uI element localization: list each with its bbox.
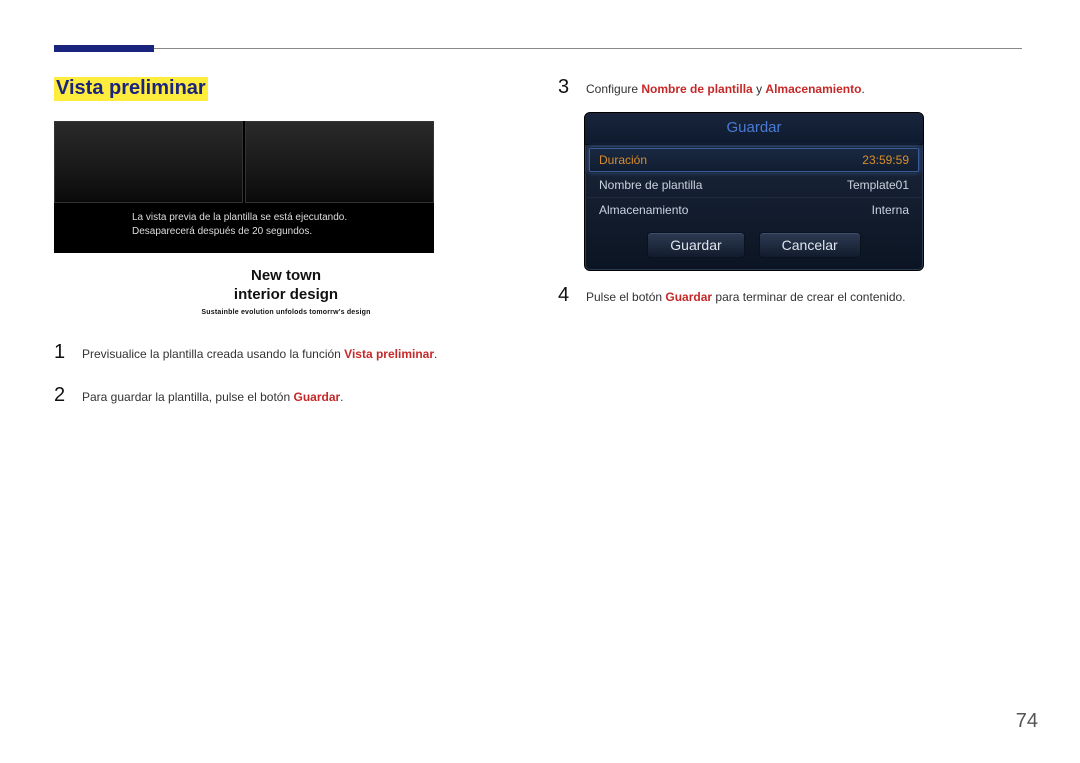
preview-thumbnail (245, 121, 434, 203)
row-label: Nombre de plantilla (599, 178, 702, 192)
preview-status-message: La vista previa de la plantilla se está … (54, 203, 434, 253)
right-column: 3 Configure Nombre de plantilla y Almace… (558, 77, 1022, 428)
page-number: 74 (1016, 710, 1038, 733)
text-fragment: y (753, 82, 766, 96)
text-fragment: para terminar de crear el contenido. (712, 290, 905, 304)
text-fragment: Para guardar la plantilla, pulse el botó… (82, 390, 293, 404)
preview-panel: La vista previa de la plantilla se está … (54, 121, 434, 253)
preview-caption: New town interior design Sustainble evol… (54, 267, 518, 316)
keyword-guardar: Guardar (293, 390, 340, 404)
step-1: 1 Previsualice la plantilla creada usand… (54, 342, 518, 363)
step-text: Configure Nombre de plantilla y Almacena… (586, 80, 865, 98)
step-3: 3 Configure Nombre de plantilla y Almace… (558, 77, 1022, 98)
step-number: 1 (54, 342, 68, 362)
preview-status-line: La vista previa de la plantilla se está … (132, 211, 422, 225)
page: Vista preliminar La vista previa de la p… (0, 0, 1080, 428)
keyword-guardar: Guardar (665, 290, 712, 304)
row-value: 23:59:59 (862, 153, 909, 167)
row-label: Almacenamiento (599, 203, 688, 217)
two-column-layout: Vista preliminar La vista previa de la p… (54, 77, 1022, 428)
text-fragment: Pulse el botón (586, 290, 665, 304)
text-fragment: Previsualice la plantilla creada usando … (82, 347, 344, 361)
preview-thumbnails (54, 121, 434, 203)
step-number: 4 (558, 285, 572, 305)
caption-tagline: Sustainble evolution unfolods tomorrw's … (54, 309, 518, 316)
step-text: Pulse el botón Guardar para terminar de … (586, 288, 906, 306)
text-fragment: Configure (586, 82, 641, 96)
section-heading-vista-preliminar: Vista preliminar (54, 77, 208, 101)
save-button[interactable]: Guardar (647, 232, 744, 258)
text-fragment: . (861, 82, 864, 96)
dialog-row-duracion[interactable]: Duración 23:59:59 (589, 147, 919, 172)
preview-status-line: Desaparecerá después de 20 segundos. (132, 225, 422, 239)
row-label: Duración (599, 153, 647, 167)
save-dialog: Guardar Duración 23:59:59 Nombre de plan… (584, 112, 924, 271)
caption-line: New town (54, 267, 518, 284)
step-4: 4 Pulse el botón Guardar para terminar d… (558, 285, 1022, 306)
step-2: 2 Para guardar la plantilla, pulse el bo… (54, 385, 518, 406)
step-text: Para guardar la plantilla, pulse el botó… (82, 388, 344, 406)
text-fragment: . (340, 390, 343, 404)
row-value: Template01 (847, 178, 909, 192)
step-number: 3 (558, 77, 572, 97)
dialog-title: Guardar (585, 113, 923, 145)
dialog-button-row: Guardar Cancelar (585, 222, 923, 270)
dialog-row-nombre-plantilla[interactable]: Nombre de plantilla Template01 (585, 172, 923, 197)
step-number: 2 (54, 385, 68, 405)
dialog-row-almacenamiento[interactable]: Almacenamiento Interna (585, 197, 923, 222)
left-column: Vista preliminar La vista previa de la p… (54, 77, 518, 428)
keyword-nombre-de-plantilla: Nombre de plantilla (641, 82, 752, 96)
steps-left: 1 Previsualice la plantilla creada usand… (54, 342, 518, 406)
keyword-vista-preliminar: Vista preliminar (344, 347, 434, 361)
step-text: Previsualice la plantilla creada usando … (82, 345, 437, 363)
text-fragment: . (434, 347, 437, 361)
caption-line: interior design (54, 286, 518, 303)
keyword-almacenamiento: Almacenamiento (765, 82, 861, 96)
row-value: Interna (872, 203, 909, 217)
cancel-button[interactable]: Cancelar (759, 232, 861, 258)
header-rule (54, 48, 1022, 49)
preview-thumbnail (54, 121, 243, 203)
